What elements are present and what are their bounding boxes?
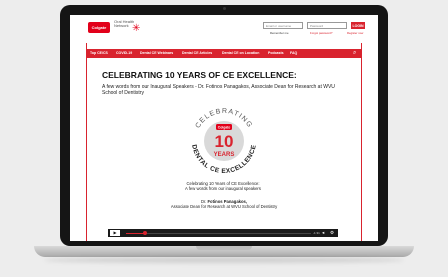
nav-item-podcasts[interactable]: Podcasts	[268, 49, 284, 58]
page-title: CELEBRATING 10 YEARS OF CE EXCELLENCE:	[102, 70, 297, 80]
badge-years-label: YEARS	[214, 152, 235, 158]
laptop-lid: Colgate Oral Health Network ✳ Email or u…	[60, 5, 388, 246]
base-notch	[196, 246, 252, 250]
progress-fill	[126, 232, 145, 234]
nav-item-top-ce[interactable]: Top CE/CS	[90, 49, 108, 58]
nav-item-covid[interactable]: COVID-19	[116, 49, 132, 58]
video-player: ▶ -1:31 ◂ ⚙	[108, 229, 338, 237]
nav-item-faq[interactable]: FAQ	[290, 49, 297, 58]
logo-text: Colgate	[91, 25, 107, 30]
laptop-screen: Colgate Oral Health Network ✳ Email or u…	[70, 15, 378, 241]
search-icon[interactable]: ⌕	[353, 50, 356, 57]
progress-thumb[interactable]	[142, 231, 147, 235]
badge-logo-text: Colgate	[218, 126, 231, 130]
nav-item-articles[interactable]: Dental CE Articles	[182, 49, 212, 58]
laptop-shadow	[44, 257, 404, 263]
nav-item-webinars[interactable]: Dental CE Webinars	[140, 49, 173, 58]
laptop-base	[34, 246, 414, 257]
page-subtitle: A few words from our Inaugural Speakers …	[102, 84, 335, 96]
site-header: Colgate Oral Health Network ✳ Email or u…	[70, 15, 378, 43]
progress-track[interactable]	[126, 231, 311, 235]
ce-excellence-badge: CELEBRATING Colgate 10 YEARS DENTAL CE E…	[190, 108, 257, 175]
password-field[interactable]: Password	[307, 22, 347, 29]
gear-icon[interactable]: ⚙	[330, 229, 334, 237]
video-caption: Celebrating 10 Years of CE Excellence: A…	[182, 181, 264, 191]
register-link[interactable]: Register now	[347, 31, 363, 35]
badge-number: 10	[215, 132, 234, 151]
colgate-logo[interactable]: Colgate	[88, 22, 110, 33]
speaker-caption: Dr. Fotinos Panagakos, Associate Dean fo…	[166, 199, 282, 209]
nav-item-on-location[interactable]: Dental CE on Location	[222, 49, 259, 58]
caption-line-2: A few words from our inaugural speakers	[185, 186, 261, 192]
volume-icon[interactable]: ◂	[322, 229, 324, 237]
time-remaining: -1:31	[313, 231, 320, 235]
email-field[interactable]: Email or username	[263, 22, 303, 29]
speaker-role: Associate Dean for Research at WVU Schoo…	[170, 204, 278, 210]
main-nav: Top CE/CS COVID-19 Dental CE Webinars De…	[86, 49, 362, 58]
forgot-password-link[interactable]: Forgot password?	[310, 31, 332, 35]
remember-me-checkbox[interactable]: Remember me	[270, 31, 289, 35]
play-button[interactable]: ▶	[110, 230, 120, 236]
camera-dot	[222, 7, 226, 10]
login-button[interactable]: LOGIN	[351, 22, 365, 29]
star-icon: ✳	[132, 23, 141, 34]
